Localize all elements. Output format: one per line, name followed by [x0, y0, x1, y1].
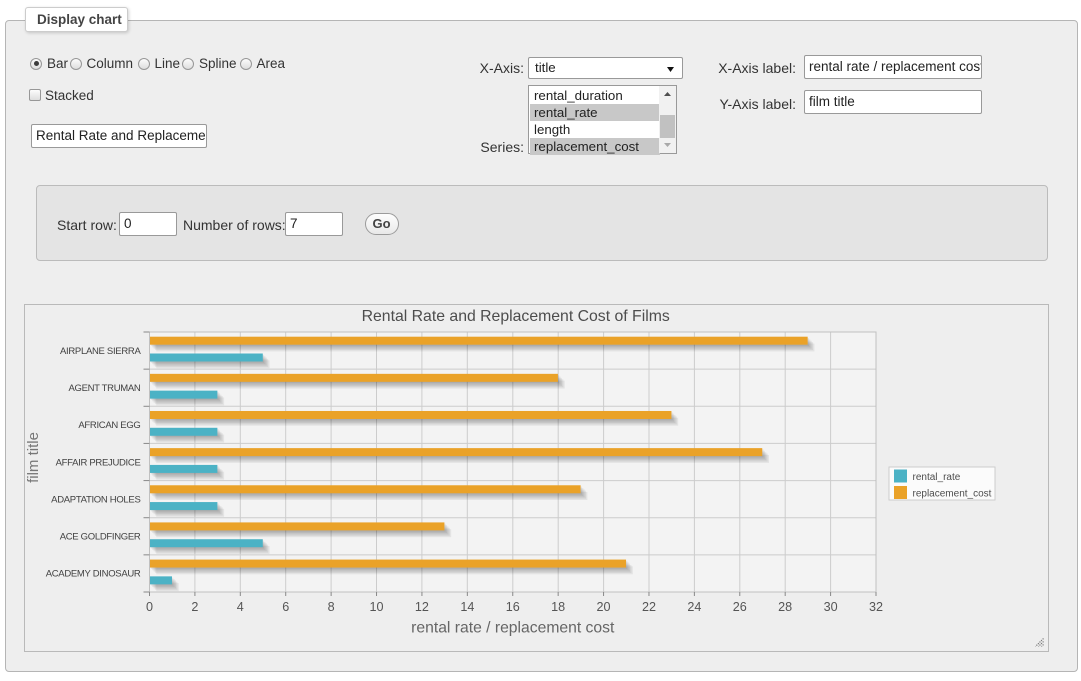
svg-text:ACADEMY DINOSAUR: ACADEMY DINOSAUR	[46, 569, 141, 580]
svg-text:18: 18	[551, 600, 565, 614]
svg-text:16: 16	[506, 600, 520, 614]
svg-text:22: 22	[642, 600, 656, 614]
svg-text:32: 32	[869, 600, 883, 614]
svg-text:28: 28	[778, 600, 792, 614]
svg-text:AGENT TRUMAN: AGENT TRUMAN	[68, 383, 140, 394]
svg-text:replacement_cost: replacement_cost	[913, 489, 992, 500]
svg-text:10: 10	[370, 600, 384, 614]
svg-text:AIRPLANE SIERRA: AIRPLANE SIERRA	[60, 346, 141, 357]
svg-text:rental_rate: rental_rate	[913, 472, 961, 483]
svg-text:8: 8	[328, 600, 335, 614]
svg-text:ADAPTATION HOLES: ADAPTATION HOLES	[51, 494, 140, 505]
svg-text:4: 4	[237, 600, 244, 614]
svg-text:2: 2	[191, 600, 198, 614]
svg-text:12: 12	[415, 600, 429, 614]
svg-text:Rental Rate and Replacement Co: Rental Rate and Replacement Cost of Film…	[362, 308, 670, 325]
svg-text:14: 14	[460, 600, 474, 614]
svg-text:rental rate / replacement cost: rental rate / replacement cost	[411, 620, 615, 637]
svg-text:20: 20	[597, 600, 611, 614]
svg-text:AFRICAN EGG: AFRICAN EGG	[78, 420, 140, 431]
svg-text:AFFAIR PREJUDICE: AFFAIR PREJUDICE	[56, 457, 141, 468]
svg-text:ACE GOLDFINGER: ACE GOLDFINGER	[60, 532, 141, 543]
svg-text:6: 6	[282, 600, 289, 614]
svg-text:0: 0	[146, 600, 153, 614]
svg-text:film title: film title	[25, 432, 42, 483]
svg-text:30: 30	[824, 600, 838, 614]
svg-text:24: 24	[687, 600, 701, 614]
svg-text:26: 26	[733, 600, 747, 614]
